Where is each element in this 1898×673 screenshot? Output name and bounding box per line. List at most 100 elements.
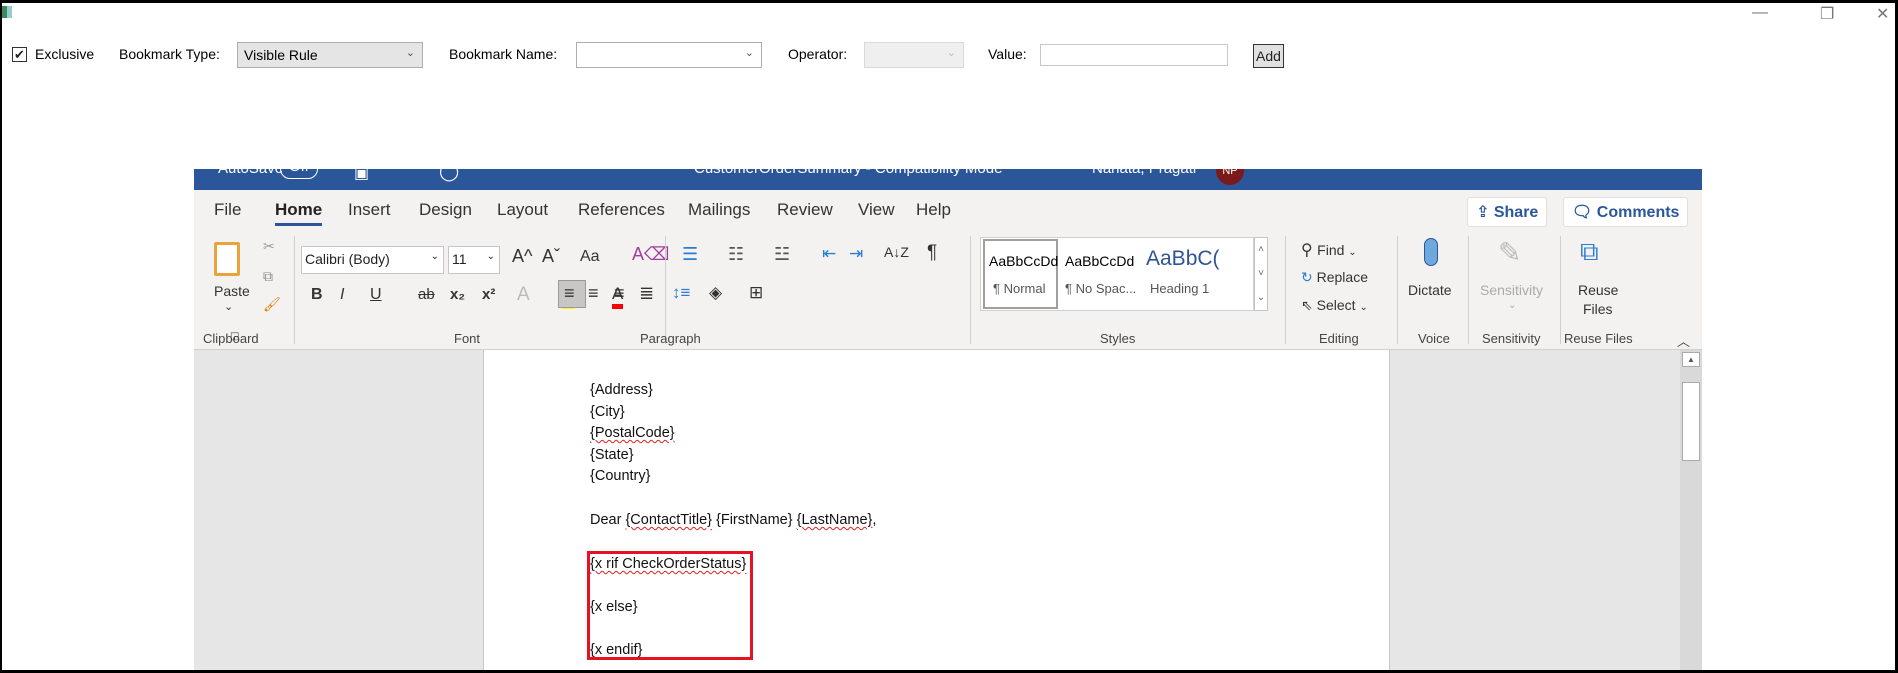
salutation-line: Dear {ContactTitle} {FirstName} {LastNam… [590, 512, 876, 528]
comments-button[interactable]: 🗨 Comments [1563, 197, 1689, 227]
style-normal[interactable]: AaBbCcDd ¶ Normal [983, 239, 1058, 309]
style-no-spacing[interactable]: AaBbCcDd ¶ No Spac... [1060, 239, 1140, 309]
save-icon[interactable]: ▣ [354, 169, 369, 183]
dear-text: Dear [590, 512, 622, 528]
change-case-button[interactable]: Aa [580, 248, 600, 266]
style-name: Heading 1 [1150, 281, 1210, 296]
font-name-select[interactable]: Calibri (Body) ⌄ [301, 246, 444, 274]
chevron-up-icon[interactable]: ˄ [1255, 238, 1267, 262]
increase-indent-icon[interactable]: ⇥ [849, 244, 863, 264]
comment-icon: 🗨 [1572, 204, 1597, 221]
tab-view[interactable]: View [858, 200, 895, 220]
chevron-down-icon[interactable]: ˅ [1255, 262, 1267, 286]
document-page[interactable]: {Address} {City} {PostalCode} {State} {C… [483, 350, 1390, 673]
underline-button[interactable]: U [370, 286, 382, 304]
grow-font-icon[interactable]: A^ [512, 246, 532, 267]
sensitivity-button[interactable]: Sensitivity [1480, 282, 1543, 298]
tab-file[interactable]: File [214, 200, 241, 220]
sort-icon[interactable]: A↓Z [884, 244, 909, 260]
reuse-files-icon: ⧉ [1580, 236, 1599, 266]
bookmark-name-select[interactable]: ⌄ [576, 42, 762, 68]
cut-icon[interactable]: ✂ [263, 238, 275, 255]
font-size-select[interactable]: 11 ⌄ [448, 246, 500, 274]
bookmark-type-select[interactable]: Visible Rule ⌄ [237, 42, 423, 68]
autosave-toggle[interactable]: Off [280, 169, 318, 179]
tab-home[interactable]: Home [275, 200, 323, 226]
tab-mailings[interactable]: Mailings [688, 200, 750, 220]
justify-icon[interactable]: ≣ [639, 283, 654, 304]
italic-button[interactable]: I [340, 286, 344, 304]
chevron-down-icon: ⌄ [1508, 300, 1517, 311]
tab-references[interactable]: References [578, 200, 665, 220]
microphone-icon[interactable] [1424, 238, 1438, 266]
borders-icon[interactable]: ⊞ [749, 283, 763, 303]
doc-line: {Address} [590, 382, 653, 398]
style-preview: AaBbCcDd [989, 253, 1059, 269]
align-center-icon[interactable]: ≡ [588, 283, 599, 304]
font-size-value: 11 [452, 251, 467, 267]
dialog-launcher-icon[interactable]: ◲ [230, 331, 239, 342]
reuse-button-line1[interactable]: Reuse [1578, 282, 1618, 298]
line-spacing-icon[interactable]: ↕≡ [672, 283, 690, 303]
tab-insert[interactable]: Insert [348, 200, 391, 220]
ribbon-tabs: File Home Insert Design Layout Reference… [194, 190, 1702, 230]
share-button[interactable]: ⇪ Share [1467, 197, 1548, 227]
restore-button[interactable]: ❐ [1820, 4, 1834, 24]
operator-select[interactable]: ⌄ [864, 42, 964, 68]
sensitivity-group-label: Sensitivity [1482, 331, 1541, 346]
scroll-thumb[interactable] [1682, 382, 1700, 461]
tab-review[interactable]: Review [777, 200, 833, 220]
replace-icon: ↻ [1301, 269, 1317, 285]
subscript-button[interactable]: x₂ [450, 286, 465, 303]
chevron-down-icon[interactable]: ⌄ [224, 300, 233, 313]
paste-button[interactable]: Paste [214, 283, 250, 299]
contact-title-field: {ContactTitle} [625, 512, 712, 528]
copy-icon[interactable]: ⧉ [263, 268, 273, 285]
cursor-icon: ⇖ [1301, 297, 1317, 313]
minimize-button[interactable]: — [1752, 4, 1768, 22]
close-button[interactable]: ✕ [1876, 4, 1889, 24]
style-heading-1[interactable]: AaBbC( Heading 1 [1142, 239, 1226, 309]
show-formatting-button[interactable]: ¶ [927, 242, 937, 264]
doc-line: {Country} [590, 468, 651, 484]
collapse-ribbon-icon[interactable]: ︿ [1677, 331, 1690, 350]
styles-scroll[interactable]: ˄ ˅ ⌄ [1254, 237, 1268, 311]
replace-button[interactable]: ↻ Replace [1301, 269, 1368, 286]
exclusive-checkbox[interactable]: ✔ [12, 47, 27, 62]
text-effects-button[interactable]: A [517, 284, 530, 306]
reuse-button-line2[interactable]: Files [1583, 301, 1613, 317]
clear-formatting-icon[interactable]: A⌫ [632, 244, 669, 265]
add-button[interactable]: Add [1253, 44, 1284, 68]
autosave-label: AutoSave [218, 169, 283, 177]
find-button[interactable]: ⚲ Find ⌄ [1301, 240, 1357, 260]
tab-layout[interactable]: Layout [497, 200, 548, 220]
shading-icon[interactable]: ◈ [709, 283, 722, 303]
dictate-button[interactable]: Dictate [1408, 282, 1452, 298]
last-name-field: {LastName} [796, 512, 873, 528]
avatar[interactable]: NP [1216, 169, 1244, 185]
format-painter-icon[interactable]: 🖌 [263, 296, 281, 313]
style-preview: AaBbC( [1146, 247, 1220, 270]
superscript-button[interactable]: x² [482, 286, 495, 303]
style-name: ¶ No Spac... [1065, 281, 1137, 296]
vertical-scrollbar[interactable]: ▲ [1680, 350, 1702, 673]
bold-button[interactable]: B [311, 286, 323, 304]
decrease-indent-icon[interactable]: ⇤ [822, 244, 836, 264]
select-button[interactable]: ⇖ Select ⌄ [1301, 297, 1368, 314]
bullets-icon[interactable]: ☰ [682, 244, 698, 265]
numbering-icon[interactable]: ☷ [728, 244, 744, 265]
circle-icon[interactable]: ◯ [439, 169, 459, 182]
align-right-icon[interactable]: ≡ [614, 283, 625, 304]
paste-icon[interactable] [214, 242, 240, 276]
tab-design[interactable]: Design [419, 200, 472, 220]
strikethrough-button[interactable]: ab [418, 286, 435, 303]
shrink-font-icon[interactable]: Aˇ [542, 246, 560, 267]
multilevel-list-icon[interactable]: ☳ [774, 244, 790, 265]
value-label: Value: [988, 46, 1027, 62]
scroll-up-icon[interactable]: ▲ [1682, 352, 1700, 367]
more-styles-icon[interactable]: ⌄ [1255, 286, 1267, 310]
search-icon: ⚲ [1301, 242, 1318, 259]
voice-group-label: Voice [1418, 331, 1450, 346]
value-input[interactable] [1040, 44, 1228, 66]
tab-help[interactable]: Help [916, 200, 951, 220]
